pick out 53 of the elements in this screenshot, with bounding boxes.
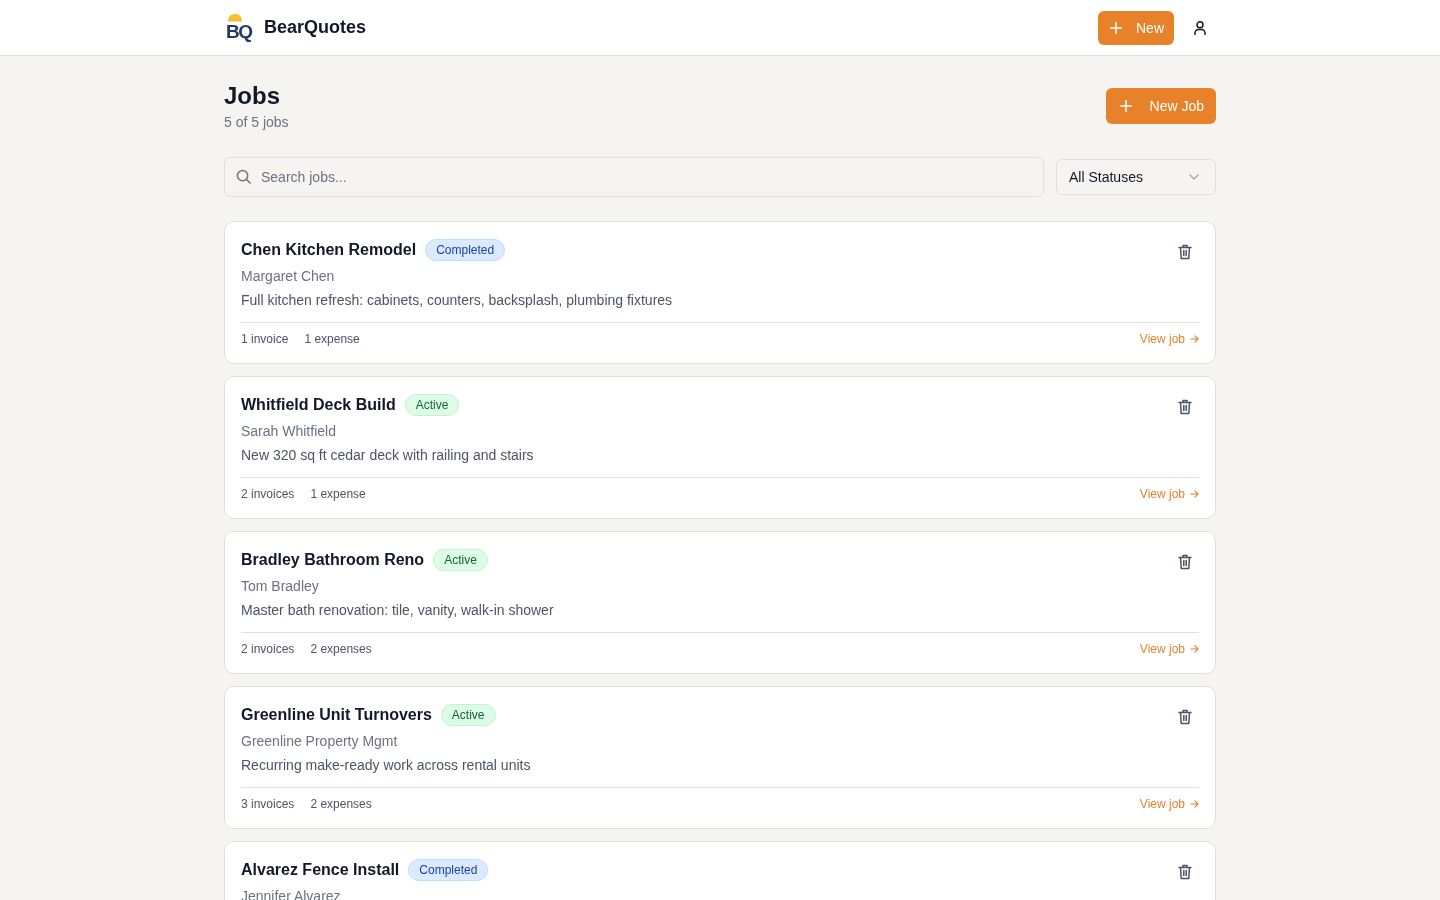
invoice-count: 2 invoices — [241, 486, 295, 502]
trash-icon — [1178, 709, 1192, 725]
arrow-right-icon — [1190, 645, 1199, 653]
new-button[interactable]: New — [1098, 10, 1174, 45]
client-name: Sarah Whitfield — [241, 422, 337, 441]
job-title: Whitfield Deck Build — [241, 395, 396, 415]
client-name: Margaret Chen — [241, 267, 336, 286]
invoice-count: 1 invoice — [241, 331, 289, 347]
chevron-down-icon — [1189, 174, 1199, 180]
status-badge: Active — [404, 394, 460, 416]
arrow-right-icon — [1190, 335, 1199, 343]
trash-icon — [1178, 244, 1192, 260]
hard-hat-icon — [227, 12, 243, 22]
view-job-link[interactable]: View job — [1139, 796, 1199, 812]
trash-icon — [1178, 399, 1192, 415]
search-icon — [236, 169, 251, 184]
expense-count: 2 expenses — [310, 641, 372, 657]
job-title: Bradley Bathroom Reno — [241, 550, 425, 570]
new-job-button[interactable]: New Job — [1105, 88, 1216, 124]
view-job-link[interactable]: View job — [1139, 641, 1199, 657]
invoice-count: 3 invoices — [241, 796, 295, 812]
client-name: Tom Bradley — [241, 577, 320, 596]
status-badge: Active — [440, 704, 496, 726]
job-description: Full kitchen refresh: cabinets, counters, backsplash, plumbing fixtures — [241, 291, 673, 310]
job-title: Chen Kitchen Remodel — [241, 240, 417, 260]
view-job-link[interactable]: View job — [1139, 486, 1199, 502]
status-badge: Completed — [425, 239, 506, 261]
expense-count: 1 expense — [304, 331, 360, 347]
logo-letters: BQ — [226, 21, 252, 42]
status-badge: Completed — [408, 859, 489, 881]
expense-count: 1 expense — [310, 486, 366, 502]
job-description: Master bath renovation: tile, vanity, walk-in shower — [241, 601, 554, 620]
job-title: Alvarez Fence Install — [241, 860, 400, 880]
plus-icon — [1119, 100, 1132, 112]
job-title: Greenline Unit Turnovers — [241, 705, 432, 725]
user-icon — [1194, 20, 1206, 35]
job-count: 5 of 5 jobs — [224, 113, 289, 132]
client-name: Greenline Property Mgmt — [241, 732, 399, 751]
invoice-count: 2 invoices — [241, 641, 295, 657]
plus-icon — [1110, 21, 1122, 34]
job-description: New 320 sq ft cedar deck with railing and stairs — [241, 446, 534, 465]
status-badge: Active — [433, 549, 488, 571]
job-description: Recurring make-ready work across rental units — [241, 756, 531, 775]
arrow-right-icon — [1190, 490, 1199, 498]
brand-name: BearQuotes — [264, 17, 367, 38]
trash-icon — [1178, 554, 1192, 570]
expense-count: 2 expenses — [310, 796, 372, 812]
search-field[interactable]: Search jobs... — [224, 157, 1044, 197]
page-title: Jobs — [224, 81, 281, 111]
arrow-right-icon — [1190, 800, 1199, 808]
view-job-link[interactable]: View job — [1139, 331, 1199, 347]
trash-icon — [1178, 864, 1192, 880]
status-select[interactable]: All Statuses — [1056, 159, 1216, 195]
